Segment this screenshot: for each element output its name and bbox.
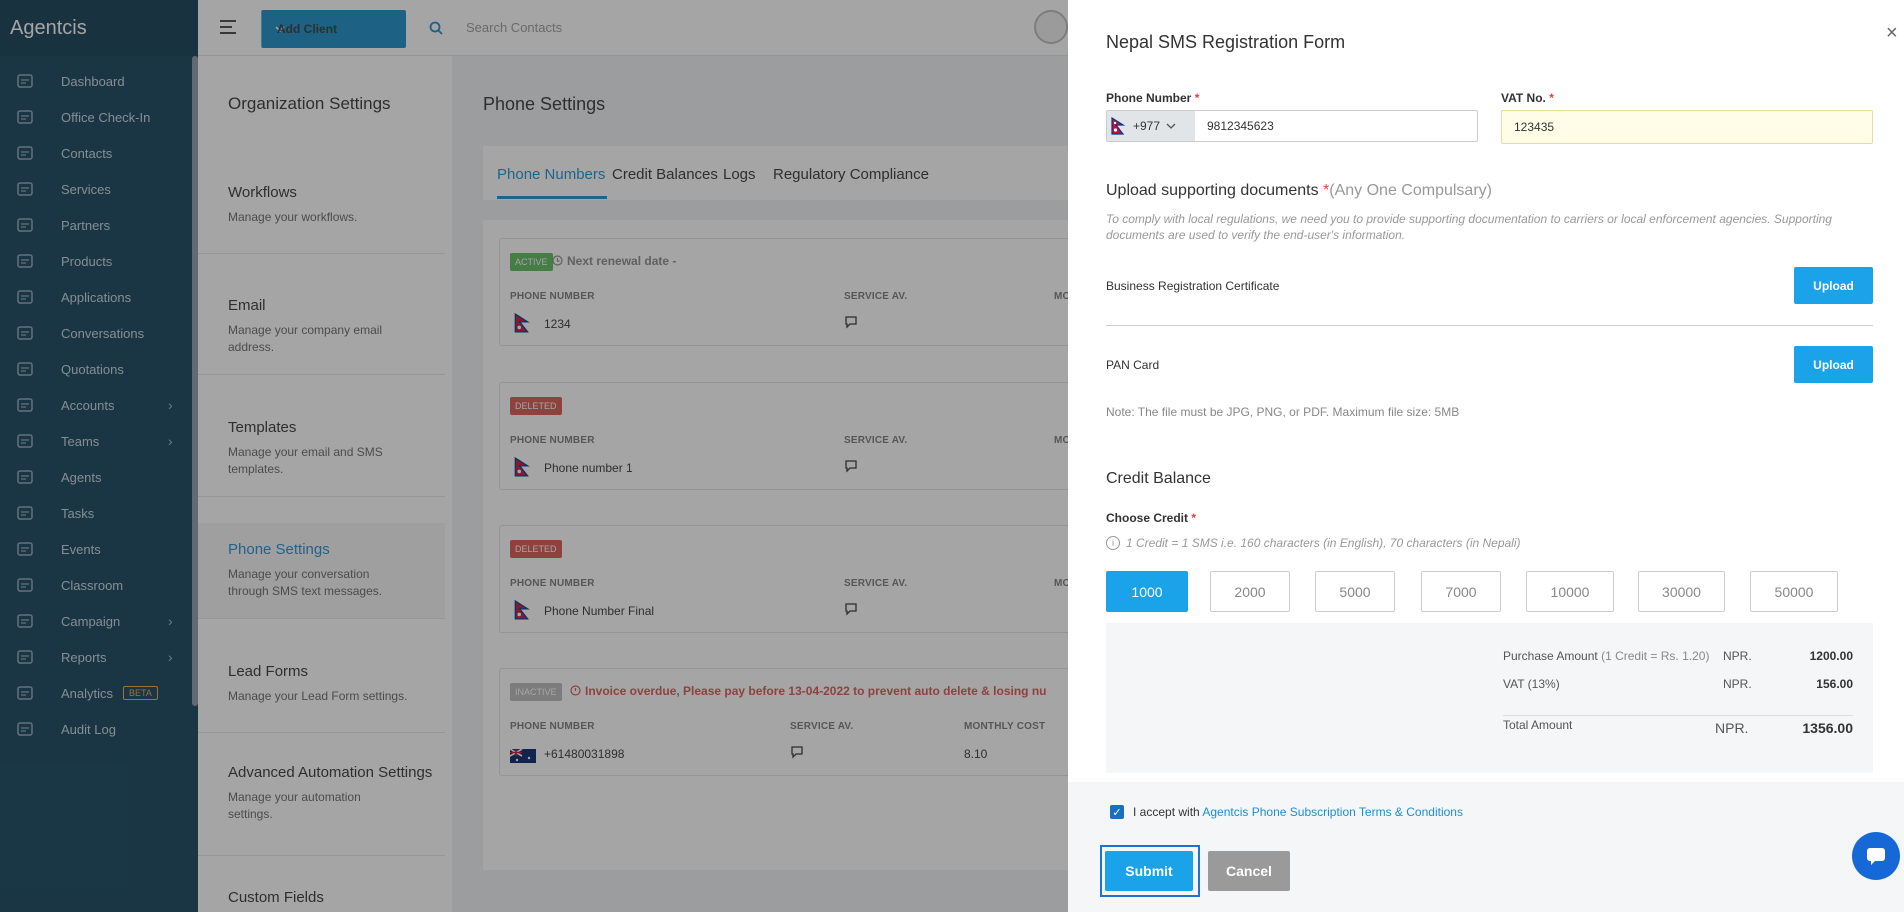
document-name: PAN Card: [1106, 358, 1160, 372]
modal-overlay[interactable]: [0, 0, 1068, 912]
price-summary: Purchase Amount (1 Credit = Rs. 1.20) NP…: [1106, 623, 1873, 773]
phone-number-label: Phone Number *: [1106, 91, 1200, 105]
drawer-title: Nepal SMS Registration Form: [1106, 32, 1346, 52]
credit-option-7000[interactable]: 7000: [1421, 571, 1501, 612]
upload-note: To comply with local regulations, we nee…: [1106, 212, 1832, 242]
terms-link[interactable]: Agentcis Phone Subscription Terms & Cond…: [1202, 805, 1463, 819]
credit-balance-title: Credit Balance: [1106, 470, 1211, 487]
phone-number-field[interactable]: +977 9812345623: [1106, 110, 1478, 142]
vat-input[interactable]: 123435: [1501, 110, 1873, 144]
vat-label: VAT No. *: [1501, 91, 1554, 105]
document-name: Business Registration Certificate: [1106, 279, 1280, 293]
credit-option-1000[interactable]: 1000: [1106, 571, 1188, 612]
credit-info: i 1 Credit = 1 SMS i.e. 160 characters (…: [1106, 536, 1521, 550]
registration-drawer: Nepal SMS Registration Form × Phone Numb…: [1068, 0, 1904, 912]
file-note: Note: The file must be JPG, PNG, or PDF.…: [1106, 405, 1460, 419]
phone-number-input[interactable]: 9812345623: [1195, 111, 1477, 141]
submit-button[interactable]: Submit: [1105, 851, 1193, 891]
summary-divider: [1503, 715, 1853, 716]
country-code: +977: [1133, 119, 1161, 133]
info-icon: i: [1106, 536, 1120, 550]
cancel-button[interactable]: Cancel: [1208, 851, 1290, 891]
terms-text: I accept with Agentcis Phone Subscriptio…: [1133, 805, 1463, 819]
close-icon[interactable]: ×: [1886, 22, 1898, 45]
upload-business-registration-button[interactable]: Upload: [1794, 267, 1873, 304]
credit-option-30000[interactable]: 30000: [1638, 571, 1725, 612]
chat-widget-button[interactable]: [1852, 832, 1900, 880]
choose-credit-label: Choose Credit *: [1106, 511, 1197, 525]
credit-option-10000[interactable]: 10000: [1526, 571, 1614, 612]
chat-icon: [1867, 848, 1885, 865]
country-code-select[interactable]: +977: [1107, 111, 1195, 141]
document-row-business-registration: Business Registration Certificate Upload: [1106, 267, 1873, 337]
chevron-down-icon: [1166, 121, 1176, 132]
nepal-flag-icon: [1111, 117, 1125, 135]
divider: [1106, 325, 1873, 326]
credit-option-50000[interactable]: 50000: [1750, 571, 1838, 612]
upload-section-title: Upload supporting documents *(Any One Co…: [1106, 182, 1492, 199]
credit-option-2000[interactable]: 2000: [1210, 571, 1290, 612]
terms-checkbox[interactable]: ✓: [1110, 805, 1124, 819]
credit-info-text: 1 Credit = 1 SMS i.e. 160 characters (in…: [1126, 536, 1521, 550]
upload-pan-card-button[interactable]: Upload: [1794, 346, 1873, 383]
credit-option-5000[interactable]: 5000: [1315, 571, 1395, 612]
